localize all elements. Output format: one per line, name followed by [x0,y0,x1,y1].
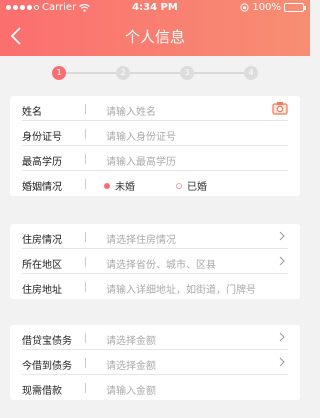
marital-label: 婚姻情况 [22,182,62,193]
page-title: 个人信息 [124,28,185,46]
loan-needed-row[interactable]: 现需借款 请输入金额 [22,375,288,400]
loan-needed-input[interactable]: 请输入金额 [106,382,156,397]
step-4: 4 [244,66,258,80]
nav-bar: 个人信息 [0,18,310,54]
battery-percent: 100% [252,2,281,13]
battery-icon [284,3,306,12]
region-select[interactable]: 请选择省份、城市、区县 [106,256,216,271]
address-row[interactable]: 住房地址 请输入详细地址，如街道，门牌号 [22,274,288,299]
jiedaibao-debt-select[interactable]: 请选择金额 [106,332,156,347]
housing-card: 住房情况 请选择住房情况 所在地区 请选择省份、城市、区县 住房地址 请输入详细… [10,224,300,299]
radio-married-label: 已婚 [187,182,207,193]
camera-icon[interactable] [272,101,288,115]
chevron-right-icon [279,256,285,266]
region-row[interactable]: 所在地区 请选择省份、城市、区县 [22,249,288,274]
radio-unmarried-label: 未婚 [115,182,135,193]
header: Carrier 4:34 PM 100% 个人信息 [0,0,310,56]
orientation-lock-icon [240,3,250,12]
jinjiedao-debt-row[interactable]: 今借到债务 请选择金额 [22,350,288,375]
debts-card: 借贷宝债务 请选择金额 今借到债务 请选择金额 现需借款 请输入金额 [10,325,300,400]
chevron-right-icon [279,231,285,241]
region-label: 所在地区 [22,260,62,271]
education-row[interactable]: 最高学历 请输入最高学历 [22,146,288,171]
jiedaibao-debt-row[interactable]: 借贷宝债务 请选择金额 [22,325,288,350]
education-input[interactable]: 请输入最高学历 [106,153,176,168]
marital-row: 婚姻情况 未婚 已婚 [22,171,288,196]
id-number-input[interactable]: 请输入身份证号 [106,128,176,143]
loan-needed-label: 现需借款 [22,386,62,397]
jinjiedao-debt-select[interactable]: 请选择金额 [106,357,156,372]
jinjiedao-debt-label: 今借到债务 [22,361,72,372]
chevron-right-icon [279,357,285,367]
housing-status-select[interactable]: 请选择住房情况 [106,231,176,246]
housing-status-row[interactable]: 住房情况 请选择住房情况 [22,224,288,249]
radio-dot-unselected-icon [176,182,182,189]
name-label: 姓名 [22,107,42,118]
step-2: 2 [116,66,130,80]
address-label: 住房地址 [22,285,62,296]
radio-dot-selected-icon [104,182,110,189]
step-1: 1 [52,66,66,80]
step-3: 3 [180,66,194,80]
personal-info-card: 姓名 请输入姓名 身份证号 请输入身份证号 最高学历 请输入最高学历 婚姻情况 … [10,96,300,196]
step-indicator: 1 2 3 4 [52,66,258,80]
housing-status-label: 住房情况 [22,235,62,246]
education-label: 最高学历 [22,157,62,168]
chevron-right-icon [279,332,285,342]
status-bar: Carrier 4:34 PM 100% [0,0,310,16]
radio-married[interactable]: 已婚 [176,178,207,193]
name-row[interactable]: 姓名 请输入姓名 [22,96,288,121]
radio-unmarried[interactable]: 未婚 [104,178,135,193]
id-number-row[interactable]: 身份证号 请输入身份证号 [22,121,288,146]
address-input[interactable]: 请输入详细地址，如街道，门牌号 [106,281,256,296]
id-number-label: 身份证号 [22,132,62,143]
name-input[interactable]: 请输入姓名 [106,103,156,118]
jiedaibao-debt-label: 借贷宝债务 [22,336,72,347]
